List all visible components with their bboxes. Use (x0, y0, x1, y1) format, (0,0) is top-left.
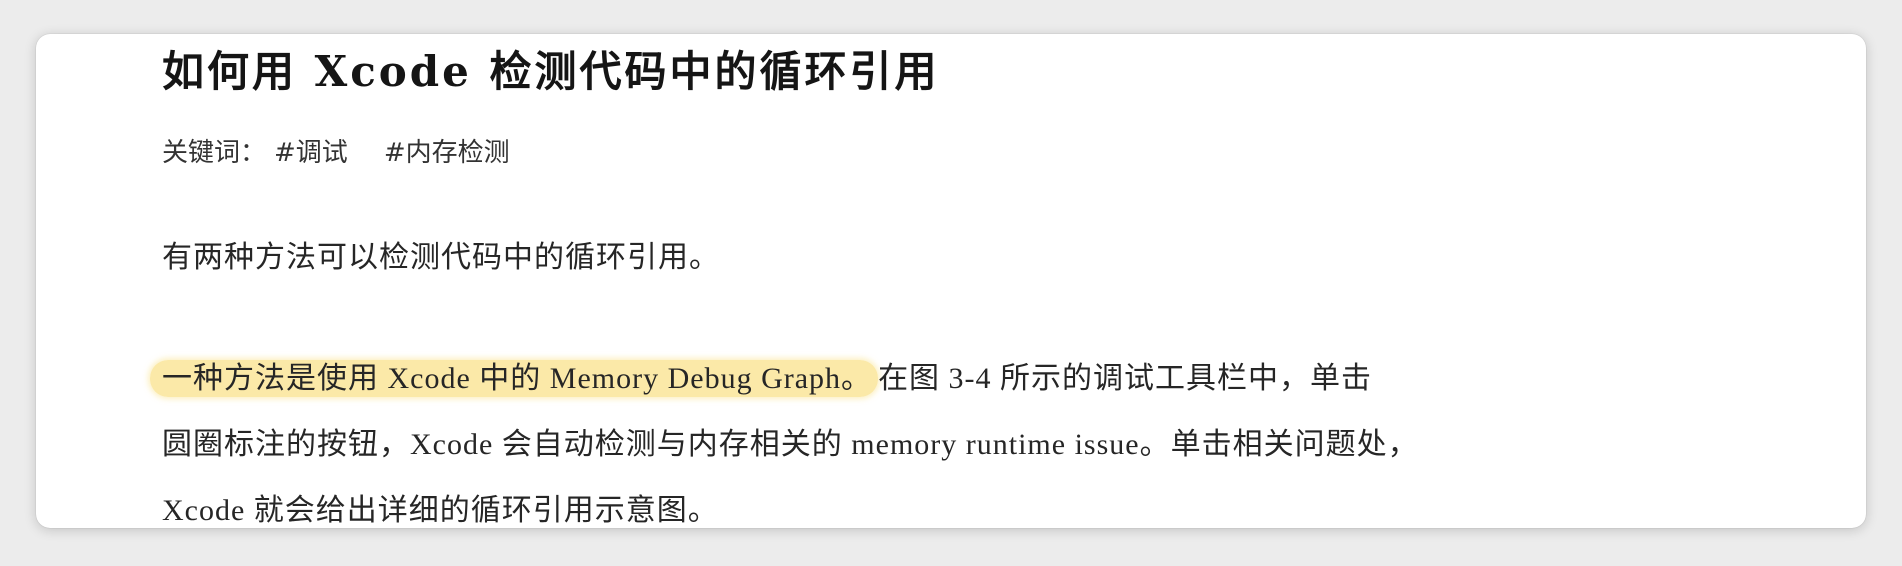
highlighted-text: 一种方法是使用 Xcode 中的 Memory Debug Graph。 (150, 360, 879, 397)
document-page: 如何用 Xcode 检测代码中的循环引用 关键词： #调试 #内存检测 有两种方法可… (36, 34, 1866, 528)
keyword-tag-debug: #调试 (274, 138, 348, 168)
keywords-line: 关键词： #调试 #内存检测 (162, 132, 510, 169)
method-line-1: 一种方法是使用 Xcode 中的 Memory Debug Graph。 在图 3… (150, 346, 1419, 412)
keywords-label: 关键词： (162, 138, 267, 168)
section-title: 如何用 Xcode 检测代码中的循环引用 (162, 47, 940, 96)
intro-paragraph: 有两种方法可以检测代码中的循环引用。 (162, 241, 720, 274)
method-paragraph: 一种方法是使用 Xcode 中的 Memory Debug Graph。 在图 3… (150, 346, 1419, 528)
method-line-2: 圆圈标注的按钮，Xcode 会自动检测与内存相关的 memory runtime… (162, 428, 1419, 461)
method-line-1-rest: 在图 3-4 所示的调试工具栏中，单击 (878, 362, 1373, 395)
method-line-3: Xcode 就会给出详细的循环引用示意图。 (162, 494, 719, 527)
keyword-tag-memory: #内存检测 (383, 138, 510, 168)
